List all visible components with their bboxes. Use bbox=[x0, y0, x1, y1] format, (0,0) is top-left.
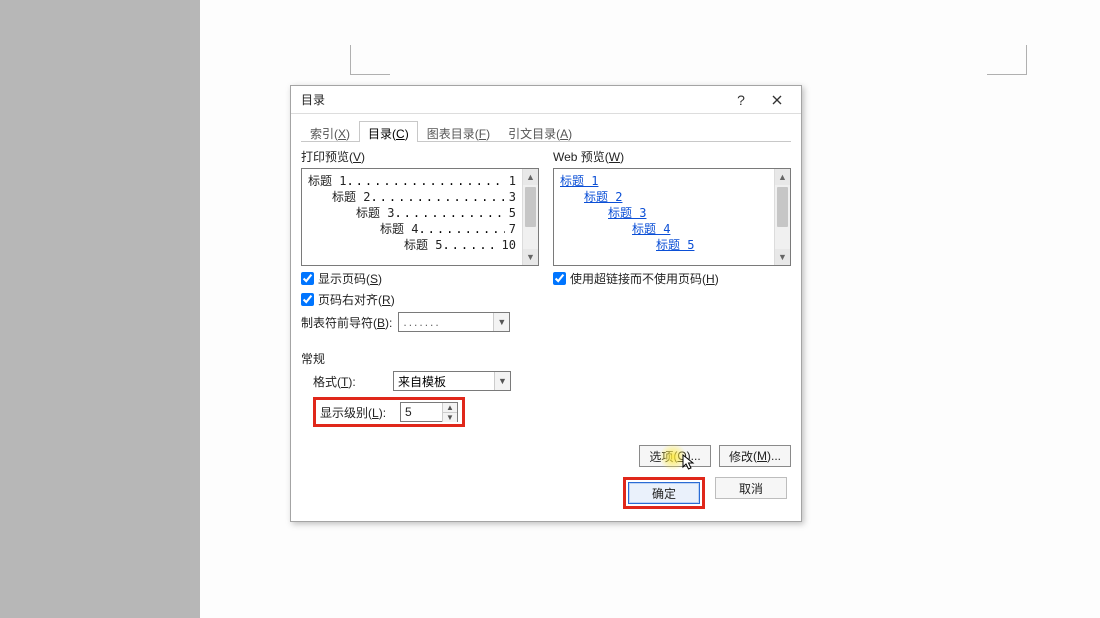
app-gutter bbox=[0, 0, 200, 618]
dialog-title: 目录 bbox=[301, 91, 723, 108]
toc-line-page: 5 bbox=[505, 205, 516, 221]
show-page-numbers-label: 显示页码(S) bbox=[318, 270, 382, 287]
web-preview-line: 标题 3 bbox=[560, 205, 768, 221]
web-preview-link[interactable]: 标题 1 bbox=[560, 173, 598, 189]
show-levels-spinner[interactable]: 5 ▲ ▼ bbox=[400, 402, 458, 422]
toc-line-title: 标题 4 bbox=[308, 221, 418, 237]
right-align-page-numbers-input[interactable] bbox=[301, 293, 314, 306]
toc-line-leader: ................................ bbox=[370, 189, 504, 205]
page-corner-mark bbox=[987, 45, 1027, 75]
scroll-thumb[interactable] bbox=[777, 187, 788, 227]
print-preview-label: 打印预览(V) bbox=[301, 148, 539, 165]
use-hyperlinks-check[interactable]: 使用超链接而不使用页码(H) bbox=[553, 270, 791, 287]
dialog-titlebar[interactable]: 目录 ? bbox=[291, 86, 801, 114]
format-label: 格式(T): bbox=[313, 373, 387, 390]
close-button[interactable] bbox=[759, 88, 795, 112]
tab-leader-label: 制表符前导符(B): bbox=[301, 314, 392, 331]
toc-line-page: 7 bbox=[505, 221, 516, 237]
modify-button[interactable]: 修改(M)... bbox=[719, 445, 791, 467]
scroll-track[interactable] bbox=[523, 185, 538, 249]
web-preview-link[interactable]: 标题 4 bbox=[632, 221, 670, 237]
web-preview-line: 标题 4 bbox=[560, 221, 768, 237]
toc-line-title: 标题 2 bbox=[308, 189, 370, 205]
toc-line-leader: ................................ bbox=[346, 173, 504, 189]
toc-line-leader: ................................ bbox=[394, 205, 504, 221]
spin-up-icon[interactable]: ▲ bbox=[442, 403, 457, 412]
preview-scrollbar[interactable]: ▲ ▼ bbox=[522, 169, 538, 265]
toc-line-leader: ................................ bbox=[442, 237, 497, 253]
tab-citation-toc[interactable]: 引文目录(A) bbox=[499, 121, 581, 142]
general-section-title: 常规 bbox=[301, 350, 791, 367]
toc-line-page: 3 bbox=[505, 189, 516, 205]
tab-figure-toc[interactable]: 图表目录(F) bbox=[418, 121, 499, 142]
scroll-down-icon[interactable]: ▼ bbox=[523, 249, 538, 265]
web-preview-link[interactable]: 标题 2 bbox=[584, 189, 622, 205]
toc-line-title: 标题 3 bbox=[308, 205, 394, 221]
web-preview-line: 标题 2 bbox=[560, 189, 768, 205]
tab-leader-combo[interactable]: ....... ▼ bbox=[398, 312, 510, 332]
toc-line-page: 10 bbox=[498, 237, 516, 253]
format-combo[interactable]: 来自模板 ▼ bbox=[393, 371, 511, 391]
use-hyperlinks-label: 使用超链接而不使用页码(H) bbox=[570, 270, 719, 287]
toc-dialog: 目录 ? 索引(X) 目录(C) 图表目录(F) 引文目录(A) 打印预览(V)… bbox=[290, 85, 802, 522]
format-value: 来自模板 bbox=[394, 373, 494, 390]
web-preview-link[interactable]: 标题 3 bbox=[608, 205, 646, 221]
web-preview-line: 标题 1 bbox=[560, 173, 768, 189]
tab-index[interactable]: 索引(X) bbox=[301, 121, 359, 142]
show-levels-value[interactable]: 5 bbox=[401, 403, 442, 421]
tab-strip: 索引(X) 目录(C) 图表目录(F) 引文目录(A) bbox=[301, 120, 791, 142]
toc-preview-line: 标题 1 ................................1 bbox=[308, 173, 516, 189]
toc-preview-line: 标题 3 ................................5 bbox=[308, 205, 516, 221]
toc-line-leader: ................................ bbox=[418, 221, 504, 237]
toc-preview-line: 标题 2 ................................3 bbox=[308, 189, 516, 205]
scroll-track[interactable] bbox=[775, 185, 790, 249]
scroll-thumb[interactable] bbox=[525, 187, 536, 227]
scroll-up-icon[interactable]: ▲ bbox=[523, 169, 538, 185]
web-preview-label: Web 预览(W) bbox=[553, 148, 791, 165]
page-corner-mark bbox=[350, 45, 390, 75]
use-hyperlinks-input[interactable] bbox=[553, 272, 566, 285]
show-levels-highlight: 显示级别(L): 5 ▲ ▼ bbox=[313, 397, 465, 427]
spin-down-icon[interactable]: ▼ bbox=[442, 412, 457, 422]
show-page-numbers-input[interactable] bbox=[301, 272, 314, 285]
tab-leader-value: ....... bbox=[399, 315, 493, 329]
close-icon bbox=[772, 95, 782, 105]
right-align-page-numbers-label: 页码右对齐(R) bbox=[318, 291, 395, 308]
show-levels-label: 显示级别(L): bbox=[320, 404, 394, 421]
web-preview-link[interactable]: 标题 5 bbox=[656, 237, 694, 253]
options-button[interactable]: 选项(O)... bbox=[639, 445, 711, 467]
ok-button-highlight: 确定 bbox=[623, 477, 705, 509]
scroll-up-icon[interactable]: ▲ bbox=[775, 169, 790, 185]
toc-preview-line: 标题 4 ................................7 bbox=[308, 221, 516, 237]
web-preview-box: 标题 1标题 2标题 3标题 4标题 5 ▲ ▼ bbox=[553, 168, 791, 266]
preview-scrollbar[interactable]: ▲ ▼ bbox=[774, 169, 790, 265]
toc-line-title: 标题 5 bbox=[308, 237, 442, 253]
toc-line-title: 标题 1 bbox=[308, 173, 346, 189]
toc-preview-line: 标题 5 ................................10 bbox=[308, 237, 516, 253]
right-align-page-numbers-check[interactable]: 页码右对齐(R) bbox=[301, 291, 539, 308]
scroll-down-icon[interactable]: ▼ bbox=[775, 249, 790, 265]
web-preview-line: 标题 5 bbox=[560, 237, 768, 253]
show-page-numbers-check[interactable]: 显示页码(S) bbox=[301, 270, 539, 287]
ok-button[interactable]: 确定 bbox=[628, 482, 700, 504]
cancel-button[interactable]: 取消 bbox=[715, 477, 787, 499]
print-preview-box: 标题 1 ................................1 标… bbox=[301, 168, 539, 266]
chevron-down-icon[interactable]: ▼ bbox=[494, 372, 510, 390]
chevron-down-icon[interactable]: ▼ bbox=[493, 313, 509, 331]
help-button[interactable]: ? bbox=[723, 88, 759, 112]
tab-toc[interactable]: 目录(C) bbox=[359, 121, 418, 142]
toc-line-page: 1 bbox=[505, 173, 516, 189]
